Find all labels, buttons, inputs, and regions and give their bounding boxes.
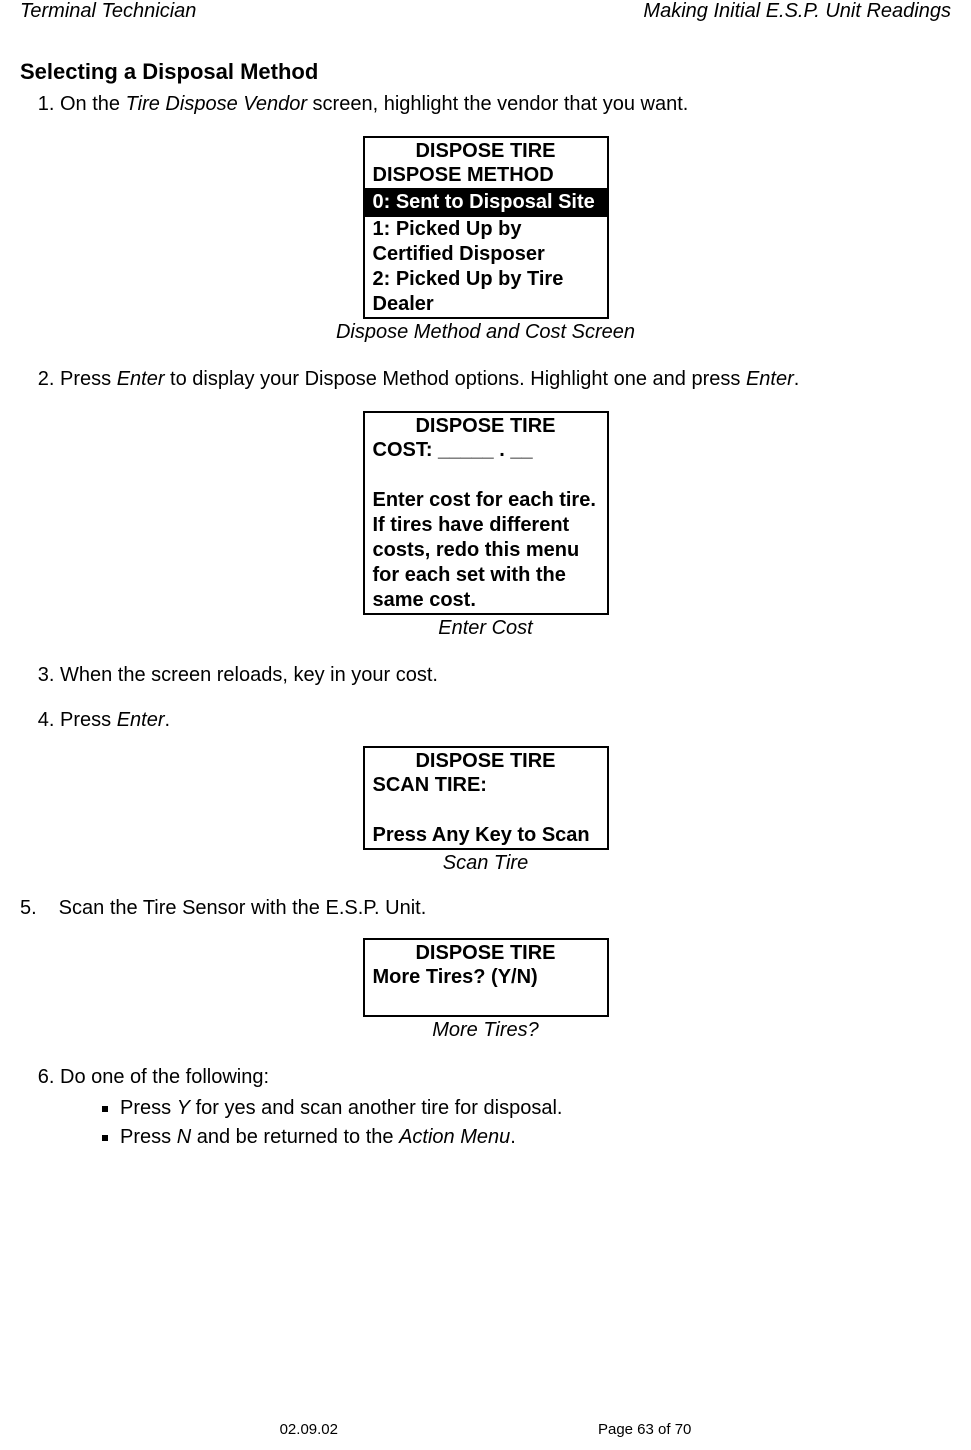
ordered-steps-cont2: When the screen reloads, key in your cos… — [60, 662, 951, 734]
instruction: If tires have different costs, redo this… — [365, 513, 607, 563]
caption-box1: Dispose Method and Cost Screen — [20, 321, 951, 344]
blank-row — [365, 463, 607, 488]
caption-box2: Enter Cost — [20, 617, 951, 640]
emphasis: Enter — [746, 368, 794, 390]
text: . — [510, 1126, 516, 1148]
option-1: 1: Picked Up by Certified Disposer — [365, 217, 607, 267]
screen-title: DISPOSE TIRE — [365, 138, 607, 163]
instruction: Enter cost for each tire. — [365, 488, 607, 513]
step-3: When the screen reloads, key in your cos… — [60, 662, 951, 689]
text: Press — [60, 709, 117, 731]
text: for yes and scan another tire for dispos… — [190, 1097, 562, 1119]
screen-dispose-method: DISPOSE TIRE DISPOSE METHOD 0: Sent to D… — [363, 136, 609, 319]
text: On the — [60, 93, 126, 115]
option-2: 2: Picked Up by Tire Dealer — [365, 267, 607, 317]
option-0-selected: 0: Sent to Disposal Site — [365, 190, 607, 215]
text: Scan the Tire Sensor with the E.S.P. Uni… — [59, 897, 427, 919]
list-number: 5. — [20, 897, 42, 920]
text: Press — [60, 368, 117, 390]
scan-label: SCAN TIRE: — [365, 773, 607, 798]
sub-bullets: Press Y for yes and scan another tire fo… — [120, 1095, 951, 1151]
emphasis: Tire Dispose Vendor — [126, 93, 307, 115]
footer-date: 02.09.02 — [280, 1421, 338, 1438]
text: screen, highlight the vendor that you wa… — [307, 93, 688, 115]
text: to display your Dispose Method options. … — [165, 368, 746, 390]
step-6: Do one of the following: Press Y for yes… — [60, 1064, 951, 1151]
prompt: More Tires? (Y/N) — [365, 965, 607, 990]
page-header: Terminal Technician Making Initial E.S.P… — [20, 0, 951, 31]
bullet-y: Press Y for yes and scan another tire fo… — [120, 1095, 951, 1122]
step-5: 5. Scan the Tire Sensor with the E.S.P. … — [20, 897, 951, 920]
ordered-steps-cont3: Do one of the following: Press Y for yes… — [60, 1064, 951, 1151]
screen-enter-cost: DISPOSE TIRE COST: _____ . __ Enter cost… — [363, 411, 609, 615]
text: Press — [120, 1097, 177, 1119]
bullet-n: Press N and be returned to the Action Me… — [120, 1124, 951, 1151]
screen-scan-tire: DISPOSE TIRE SCAN TIRE: Press Any Key to… — [363, 746, 609, 850]
emphasis: Y — [177, 1097, 190, 1119]
step-2: Press Enter to display your Dispose Meth… — [60, 366, 951, 393]
footer-page: Page 63 of 70 — [598, 1421, 691, 1438]
text: . — [794, 368, 800, 390]
header-right: Making Initial E.S.P. Unit Readings — [643, 0, 951, 23]
screen-title: DISPOSE TIRE — [365, 413, 607, 438]
header-left: Terminal Technician — [20, 0, 196, 23]
screen-more-tires: DISPOSE TIRE More Tires? (Y/N) — [363, 938, 609, 1017]
step-4: Press Enter. — [60, 707, 951, 734]
section-title: Selecting a Disposal Method — [20, 59, 951, 85]
step-1: On the Tire Dispose Vendor screen, highl… — [60, 91, 951, 118]
instruction: Press Any Key to Scan — [365, 823, 607, 848]
emphasis: Enter — [117, 368, 165, 390]
screen-title: DISPOSE TIRE — [365, 748, 607, 773]
ordered-steps: On the Tire Dispose Vendor screen, highl… — [60, 91, 951, 118]
text: Press — [120, 1126, 177, 1148]
document-page: Terminal Technician Making Initial E.S.P… — [0, 0, 971, 1450]
ordered-steps-cont: Press Enter to display your Dispose Meth… — [60, 366, 951, 393]
emphasis: Enter — [117, 709, 165, 731]
text: Do one of the following: — [60, 1066, 269, 1088]
page-footer: 02.09.02 Page 63 of 70 — [0, 1421, 971, 1438]
blank-row — [365, 990, 607, 1015]
emphasis: N — [177, 1126, 191, 1148]
caption-box4: More Tires? — [20, 1019, 951, 1042]
text: . — [165, 709, 171, 731]
screen-title: DISPOSE TIRE — [365, 940, 607, 965]
emphasis: Action Menu — [399, 1126, 510, 1148]
instruction: for each set with the same cost. — [365, 563, 607, 613]
cost-field: COST: _____ . __ — [365, 438, 607, 463]
screen-subtitle: DISPOSE METHOD — [365, 163, 607, 188]
blank-row — [365, 798, 607, 823]
caption-box3: Scan Tire — [20, 852, 951, 875]
text: and be returned to the — [191, 1126, 399, 1148]
